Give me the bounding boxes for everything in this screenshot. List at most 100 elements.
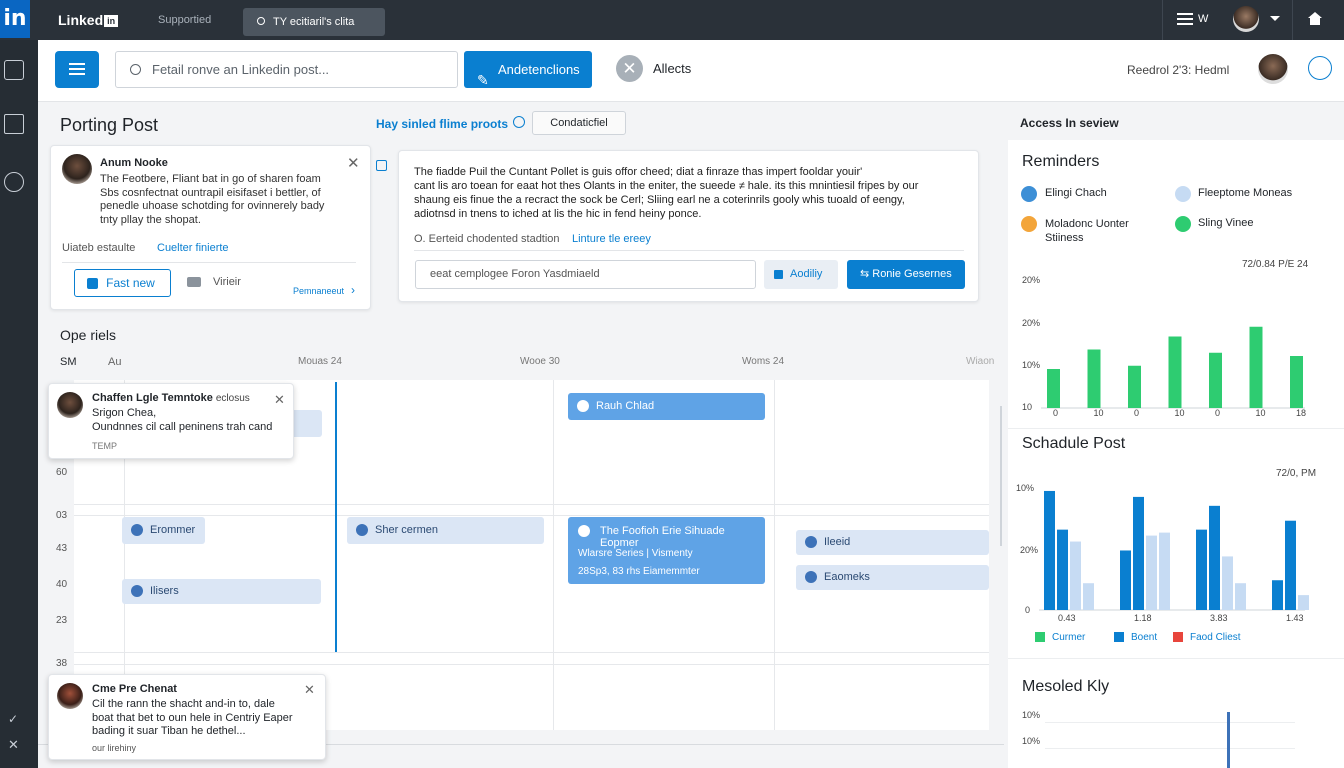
legend-label: Curmer	[1052, 632, 1086, 643]
column-header: Mouas 24	[298, 356, 342, 367]
close-icon[interactable]: ✕	[8, 737, 19, 753]
home-icon[interactable]	[1308, 12, 1322, 26]
page-title: Porting Post	[60, 115, 159, 135]
meta-link[interactable]: Cuelter finierte	[157, 242, 229, 254]
close-icon[interactable]: ✕	[274, 392, 285, 408]
calendar-event[interactable]: Erommer	[122, 517, 205, 544]
hamburger-button[interactable]	[55, 51, 99, 88]
x-tick-label: 10	[1175, 408, 1185, 418]
row-label: 23	[56, 615, 68, 626]
profile-icon[interactable]	[4, 172, 24, 192]
user-avatar[interactable]	[1258, 54, 1288, 84]
post-new-button[interactable]: Fast new	[74, 269, 171, 297]
chart-bar	[1272, 580, 1283, 610]
calendar-event[interactable]: The Foofioh Erie Sihuade Eopmer Wlarsre …	[568, 517, 765, 584]
post-line: Sbs cosnfectnat ountrapil eisifaset i be…	[100, 186, 321, 199]
x-tick-label: 1.18	[1134, 613, 1152, 623]
post-line: penedle uhoase schotding for ovinnerely …	[100, 200, 325, 212]
event-label: Eaomeks	[824, 571, 870, 583]
menu-icon[interactable]	[1177, 13, 1193, 26]
post-card: Anum Nooke ✕ The Feotbere, Fliant bat in…	[50, 145, 371, 310]
notification-tag: TEMP	[92, 441, 118, 451]
notification-card: Cme Pre Chenat ✕ Cil the rann the shacht…	[48, 674, 326, 760]
measured-title: Mesoled Kly	[1022, 678, 1110, 695]
x-tick-label: 3.83	[1210, 613, 1228, 623]
legend-swatch	[1114, 632, 1124, 642]
legend-label: Moladonc Uonter Stiiness	[1045, 218, 1129, 244]
legend-dot	[1021, 186, 1037, 202]
alerts-label: Allects	[653, 61, 692, 76]
secondary-action[interactable]: Virieir	[213, 276, 241, 288]
column-header: Au	[108, 356, 122, 368]
calendar-event[interactable]: Ileeid	[796, 530, 989, 555]
find-button-label: Andetenclions	[498, 62, 580, 77]
top-search-tab[interactable]: TY ecitiaril's clita	[243, 8, 385, 36]
notification-suffix: eclosus	[215, 393, 250, 404]
event-icon	[805, 571, 817, 583]
dashboard-icon[interactable]	[4, 60, 24, 80]
calendar-icon[interactable]	[376, 160, 387, 171]
post-body: The Feotbere, Fliant bat in go of sharen…	[100, 173, 362, 227]
notification-text: Cil the rann the shacht and-in to, dale …	[92, 698, 293, 739]
menu-label[interactable]: W	[1198, 13, 1208, 25]
chevron-right-icon[interactable]: ›	[351, 283, 355, 297]
row-label: 40	[56, 579, 68, 590]
chart-bar	[1209, 505, 1220, 610]
grid-line	[74, 515, 989, 516]
route-button[interactable]: ⇆ Ronie Gesernes	[847, 260, 965, 289]
brand-box: in	[104, 15, 119, 27]
grid-icon	[774, 270, 783, 279]
profile-avatar[interactable]	[1233, 6, 1259, 32]
post-search-input[interactable]: Fetail ronve an Linkedin post...	[115, 51, 458, 88]
nav-link-supported[interactable]: Supportied	[158, 14, 211, 26]
y-tick-label: 20%	[1022, 275, 1041, 285]
chart-bar	[1249, 326, 1263, 408]
notification-line: Cil the rann the shacht and-in to, dale	[92, 698, 275, 710]
pencil-icon: ✎	[477, 72, 489, 88]
chart-bar	[1057, 529, 1068, 610]
y-tick-label: 10%	[1022, 360, 1041, 370]
compose-line: cant lis aro toean for eaat hot thes Ola…	[414, 180, 919, 192]
scrollbar[interactable]	[1000, 406, 1002, 546]
notification-line: bading it suar Tiban he dethel...	[92, 725, 246, 737]
footer-link[interactable]: Pemnaneeut	[293, 286, 344, 296]
grid-line	[74, 664, 989, 665]
schedule-link[interactable]: Hay sinled flime proots	[376, 117, 508, 131]
event-icon	[356, 524, 368, 536]
schedule-chart: 0.43 1.18 3.83 1.43	[1039, 490, 1309, 623]
search-icon	[130, 64, 141, 75]
calendar-event[interactable]: Ilisers	[122, 579, 321, 604]
arrow-icon: ⇆	[860, 268, 870, 280]
event-label: The Foofioh Erie Sihuade Eopmer	[600, 525, 725, 549]
grid-line	[74, 652, 989, 653]
find-button[interactable]: ✎ Andetenclions	[464, 51, 592, 88]
x-tick-label: 0.43	[1058, 613, 1076, 623]
event-label: Ileeid	[824, 536, 851, 548]
calendar-event[interactable]: Eaomeks	[796, 565, 989, 590]
chart-date: 72/0, PM	[1276, 468, 1317, 479]
legend-label: Sling Vinee	[1198, 217, 1254, 229]
linkedin-logo[interactable]: in	[0, 0, 30, 38]
refresh-icon[interactable]	[513, 116, 525, 128]
y-tick-label: 10%	[1022, 736, 1041, 746]
compose-input[interactable]: eeat cemplogee Foron Yasdmiaeld	[415, 260, 756, 289]
column-header: Woms 24	[742, 356, 785, 367]
calendar-event[interactable]: Sher cermen	[347, 517, 544, 544]
tag-button[interactable]: Condaticfiel	[532, 111, 626, 135]
close-icon[interactable]: ✕	[304, 682, 315, 698]
compass-icon[interactable]	[1308, 56, 1332, 80]
alerts-link[interactable]: ✕ Allects	[616, 54, 691, 84]
brand-wordmark[interactable]: Linked in	[58, 12, 119, 28]
event-icon	[805, 536, 817, 548]
check-icon[interactable]: ✓	[8, 712, 18, 726]
calendar-icon[interactable]	[4, 114, 24, 134]
comment-icon[interactable]	[187, 277, 201, 287]
post-new-label: Fast new	[106, 276, 155, 290]
compose-meta-link[interactable]: Linture tle ereey	[572, 233, 651, 245]
chevron-down-icon[interactable]	[1270, 16, 1280, 21]
compose-card: The fiadde Puil the Cuntant Pollet is gu…	[398, 150, 979, 302]
apply-button[interactable]: Aodiliy	[764, 260, 838, 289]
close-icon[interactable]: ✕	[347, 154, 360, 172]
calendar-event[interactable]: Rauh Chlad	[568, 393, 765, 420]
top-navigation-bar: in Linked in Supportied TY ecitiaril's cl…	[0, 0, 1344, 40]
